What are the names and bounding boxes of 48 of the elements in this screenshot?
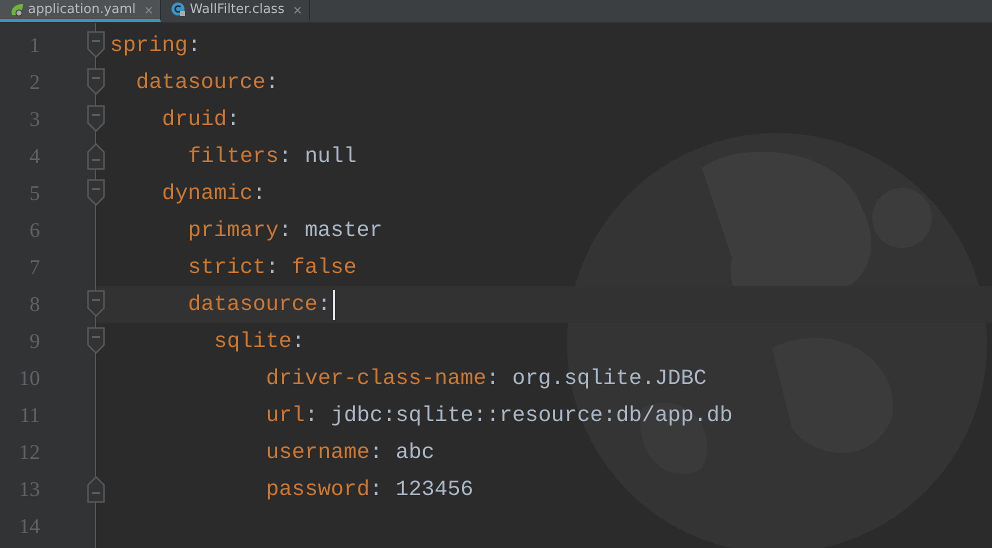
yaml-key: strict [188, 256, 266, 280]
tab-label: application.yaml [28, 2, 136, 17]
yaml-value: false [292, 256, 357, 280]
yaml-key: dynamic [162, 182, 253, 206]
yaml-key: datasource [188, 292, 318, 316]
yaml-value: master [304, 218, 382, 242]
fold-icon[interactable] [87, 68, 105, 96]
close-icon[interactable]: × [144, 2, 154, 16]
colon: : [188, 34, 201, 58]
yaml-value: 123456 [396, 478, 474, 502]
close-icon[interactable]: × [292, 2, 303, 16]
yaml-value: jdbc:sqlite::resource:db/app.db [330, 404, 733, 428]
leaf-icon [10, 2, 24, 16]
colon: : [370, 478, 383, 502]
yaml-key: spring [110, 34, 188, 58]
colon: : [266, 256, 279, 280]
colon: : [318, 292, 331, 316]
colon: : [370, 440, 383, 464]
yaml-value: org.sqlite.JDBC [512, 366, 707, 390]
fold-icon[interactable] [87, 475, 105, 503]
fold-icon[interactable] [87, 179, 105, 207]
yaml-key: datasource [136, 70, 266, 94]
fold-icon[interactable] [87, 142, 105, 170]
yaml-key: url [266, 404, 305, 428]
editor-tab[interactable]: application.yaml × [0, 0, 161, 22]
yaml-key: sqlite [214, 330, 292, 354]
yaml-key: druid [162, 108, 227, 132]
yaml-value: null [304, 144, 357, 168]
colon: : [278, 218, 292, 242]
colon: : [226, 108, 240, 132]
yaml-key: username [266, 440, 370, 464]
colon: : [278, 144, 292, 168]
colon: : [304, 404, 318, 428]
yaml-key: filters [188, 144, 279, 168]
fold-icon[interactable] [87, 31, 105, 59]
tab-label: WallFilter.class [190, 2, 284, 17]
yaml-key: password [266, 478, 370, 502]
class-icon [170, 2, 186, 17]
colon: : [486, 366, 500, 390]
fold-icon[interactable] [87, 327, 105, 355]
yaml-key: driver-class-name [266, 366, 486, 390]
yaml-key: primary [188, 218, 279, 242]
fold-icon[interactable] [87, 290, 105, 318]
fold-icon[interactable] [87, 105, 105, 133]
colon: : [292, 330, 305, 354]
colon: : [252, 182, 266, 206]
colon: : [266, 70, 279, 94]
yaml-value: abc [396, 440, 435, 464]
